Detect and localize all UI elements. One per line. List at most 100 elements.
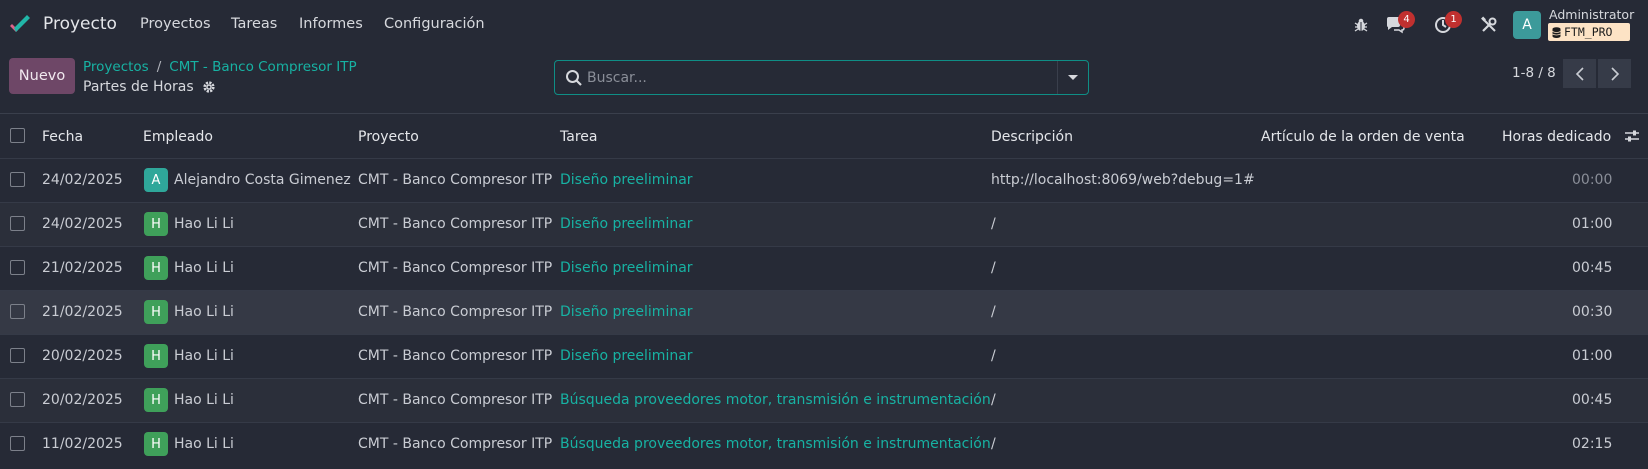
row-description: / <box>991 216 996 232</box>
row-checkbox[interactable] <box>10 392 25 407</box>
row-project: CMT - Banco Compresor ITP <box>358 348 553 364</box>
row-date: 20/02/2025 <box>42 392 123 408</box>
row-hours: 00:45 <box>1572 392 1613 408</box>
row-project: CMT - Banco Compresor ITP <box>358 392 553 408</box>
column-header-empleado[interactable]: Empleado <box>143 129 213 145</box>
table-row[interactable]: 20/02/2025 H Hao Li Li CMT - Banco Compr… <box>0 334 1648 378</box>
breadcrumb-project[interactable]: CMT - Banco Compresor ITP <box>169 59 356 75</box>
column-header-proyecto[interactable]: Proyecto <box>358 129 419 145</box>
table-row[interactable]: 21/02/2025 H Hao Li Li CMT - Banco Compr… <box>0 290 1648 334</box>
row-employee: Alejandro Costa Gimenez <box>174 172 351 188</box>
table-row[interactable]: 24/02/2025 A Alejandro Costa Gimenez CMT… <box>0 158 1648 202</box>
row-employee: Hao Li Li <box>174 436 234 452</box>
row-task[interactable]: Diseño preeliminar <box>560 348 693 364</box>
activities-badge: 1 <box>1445 11 1462 28</box>
row-date: 21/02/2025 <box>42 304 123 320</box>
employee-avatar[interactable]: A <box>144 168 168 192</box>
employee-avatar[interactable]: H <box>144 300 168 324</box>
project-app-logo-icon[interactable] <box>8 14 32 36</box>
chevron-left-icon <box>1575 66 1584 81</box>
gear-icon[interactable] <box>202 80 216 94</box>
row-checkbox[interactable] <box>10 304 25 319</box>
row-task[interactable]: Búsqueda proveedores motor, transmisión … <box>560 392 991 408</box>
row-task[interactable]: Búsqueda proveedores motor, transmisión … <box>560 436 991 452</box>
row-description: / <box>991 436 996 452</box>
database-name: FTM_PRO <box>1564 25 1613 39</box>
chevron-right-icon <box>1610 66 1619 81</box>
row-project: CMT - Banco Compresor ITP <box>358 436 553 452</box>
row-date: 24/02/2025 <box>42 216 123 232</box>
pager-next-button[interactable] <box>1598 59 1631 88</box>
column-header-horas-dedicado[interactable]: Horas dedicado <box>1502 129 1611 145</box>
row-task[interactable]: Diseño preeliminar <box>560 304 693 320</box>
breadcrumb-separator: / <box>156 59 162 75</box>
app-name[interactable]: Proyecto <box>43 14 117 34</box>
row-description: http://localhost:8069/web?debug=1# <box>991 172 1255 188</box>
tools-icon[interactable] <box>1477 13 1501 37</box>
select-all-checkbox[interactable] <box>10 128 25 143</box>
row-hours: 01:00 <box>1572 216 1613 232</box>
search-options-toggle[interactable] <box>1057 61 1088 94</box>
database-badge: FTM_PRO <box>1548 23 1630 41</box>
employee-avatar[interactable]: H <box>144 344 168 368</box>
row-checkbox[interactable] <box>10 216 25 231</box>
table-row[interactable]: 21/02/2025 H Hao Li Li CMT - Banco Compr… <box>0 246 1648 290</box>
row-hours: 00:00 <box>1572 172 1613 188</box>
top-navbar: Proyecto Proyectos Tareas Informes Confi… <box>0 0 1648 50</box>
column-header-fecha[interactable]: Fecha <box>42 129 83 145</box>
menu-item-proyectos[interactable]: Proyectos <box>140 16 211 32</box>
row-checkbox[interactable] <box>10 172 25 187</box>
column-header-articulo-orden-venta[interactable]: Artículo de la orden de venta <box>1261 129 1465 145</box>
row-description: / <box>991 304 996 320</box>
search-icon <box>566 70 582 86</box>
menu-item-informes[interactable]: Informes <box>299 16 363 32</box>
row-description: / <box>991 392 996 408</box>
employee-avatar[interactable]: H <box>144 388 168 412</box>
column-header-tarea[interactable]: Tarea <box>560 129 597 145</box>
column-header-descripcion[interactable]: Descripción <box>991 129 1073 145</box>
search-input[interactable] <box>587 62 1047 93</box>
row-task[interactable]: Diseño preeliminar <box>560 260 693 276</box>
row-hours: 00:30 <box>1572 304 1613 320</box>
table-row[interactable]: 20/02/2025 H Hao Li Li CMT - Banco Compr… <box>0 378 1648 422</box>
row-project: CMT - Banco Compresor ITP <box>358 172 553 188</box>
bug-icon[interactable] <box>1349 13 1373 37</box>
optional-columns-icon[interactable] <box>1624 129 1640 143</box>
breadcrumb-proyectos[interactable]: Proyectos <box>83 59 149 75</box>
row-task[interactable]: Diseño preeliminar <box>560 172 693 188</box>
breadcrumb: Proyectos / CMT - Banco Compresor ITP <box>83 59 357 75</box>
table-header: Fecha Empleado Proyecto Tarea Descripció… <box>0 113 1648 158</box>
row-hours: 02:15 <box>1572 436 1613 452</box>
employee-avatar[interactable]: H <box>144 212 168 236</box>
row-date: 24/02/2025 <box>42 172 123 188</box>
row-task[interactable]: Diseño preeliminar <box>560 216 693 232</box>
row-checkbox[interactable] <box>10 436 25 451</box>
employee-avatar[interactable]: H <box>144 256 168 280</box>
caret-down-icon <box>1068 74 1078 80</box>
row-checkbox[interactable] <box>10 348 25 363</box>
user-avatar[interactable]: A <box>1513 11 1541 39</box>
row-employee: Hao Li Li <box>174 216 234 232</box>
row-project: CMT - Banco Compresor ITP <box>358 260 553 276</box>
user-name[interactable]: Administrator <box>1549 7 1634 22</box>
pager-value[interactable]: 1-8 / 8 <box>1512 65 1556 81</box>
search-bar <box>554 60 1089 95</box>
row-checkbox[interactable] <box>10 260 25 275</box>
row-hours: 00:45 <box>1572 260 1613 276</box>
new-button[interactable]: Nuevo <box>9 58 75 94</box>
row-employee: Hao Li Li <box>174 392 234 408</box>
menu-item-tareas[interactable]: Tareas <box>231 16 277 32</box>
table-row[interactable]: 11/02/2025 H Hao Li Li CMT - Banco Compr… <box>0 422 1648 466</box>
employee-avatar[interactable]: H <box>144 432 168 456</box>
menu-item-configuracion[interactable]: Configuración <box>384 16 485 32</box>
row-employee: Hao Li Li <box>174 304 234 320</box>
row-hours: 01:00 <box>1572 348 1613 364</box>
row-employee: Hao Li Li <box>174 348 234 364</box>
row-description: / <box>991 260 996 276</box>
pager-previous-button[interactable] <box>1563 59 1596 88</box>
page-title-text: Partes de Horas <box>83 79 194 95</box>
table-row[interactable]: 24/02/2025 H Hao Li Li CMT - Banco Compr… <box>0 202 1648 246</box>
row-date: 11/02/2025 <box>42 436 123 452</box>
row-project: CMT - Banco Compresor ITP <box>358 216 553 232</box>
row-date: 20/02/2025 <box>42 348 123 364</box>
